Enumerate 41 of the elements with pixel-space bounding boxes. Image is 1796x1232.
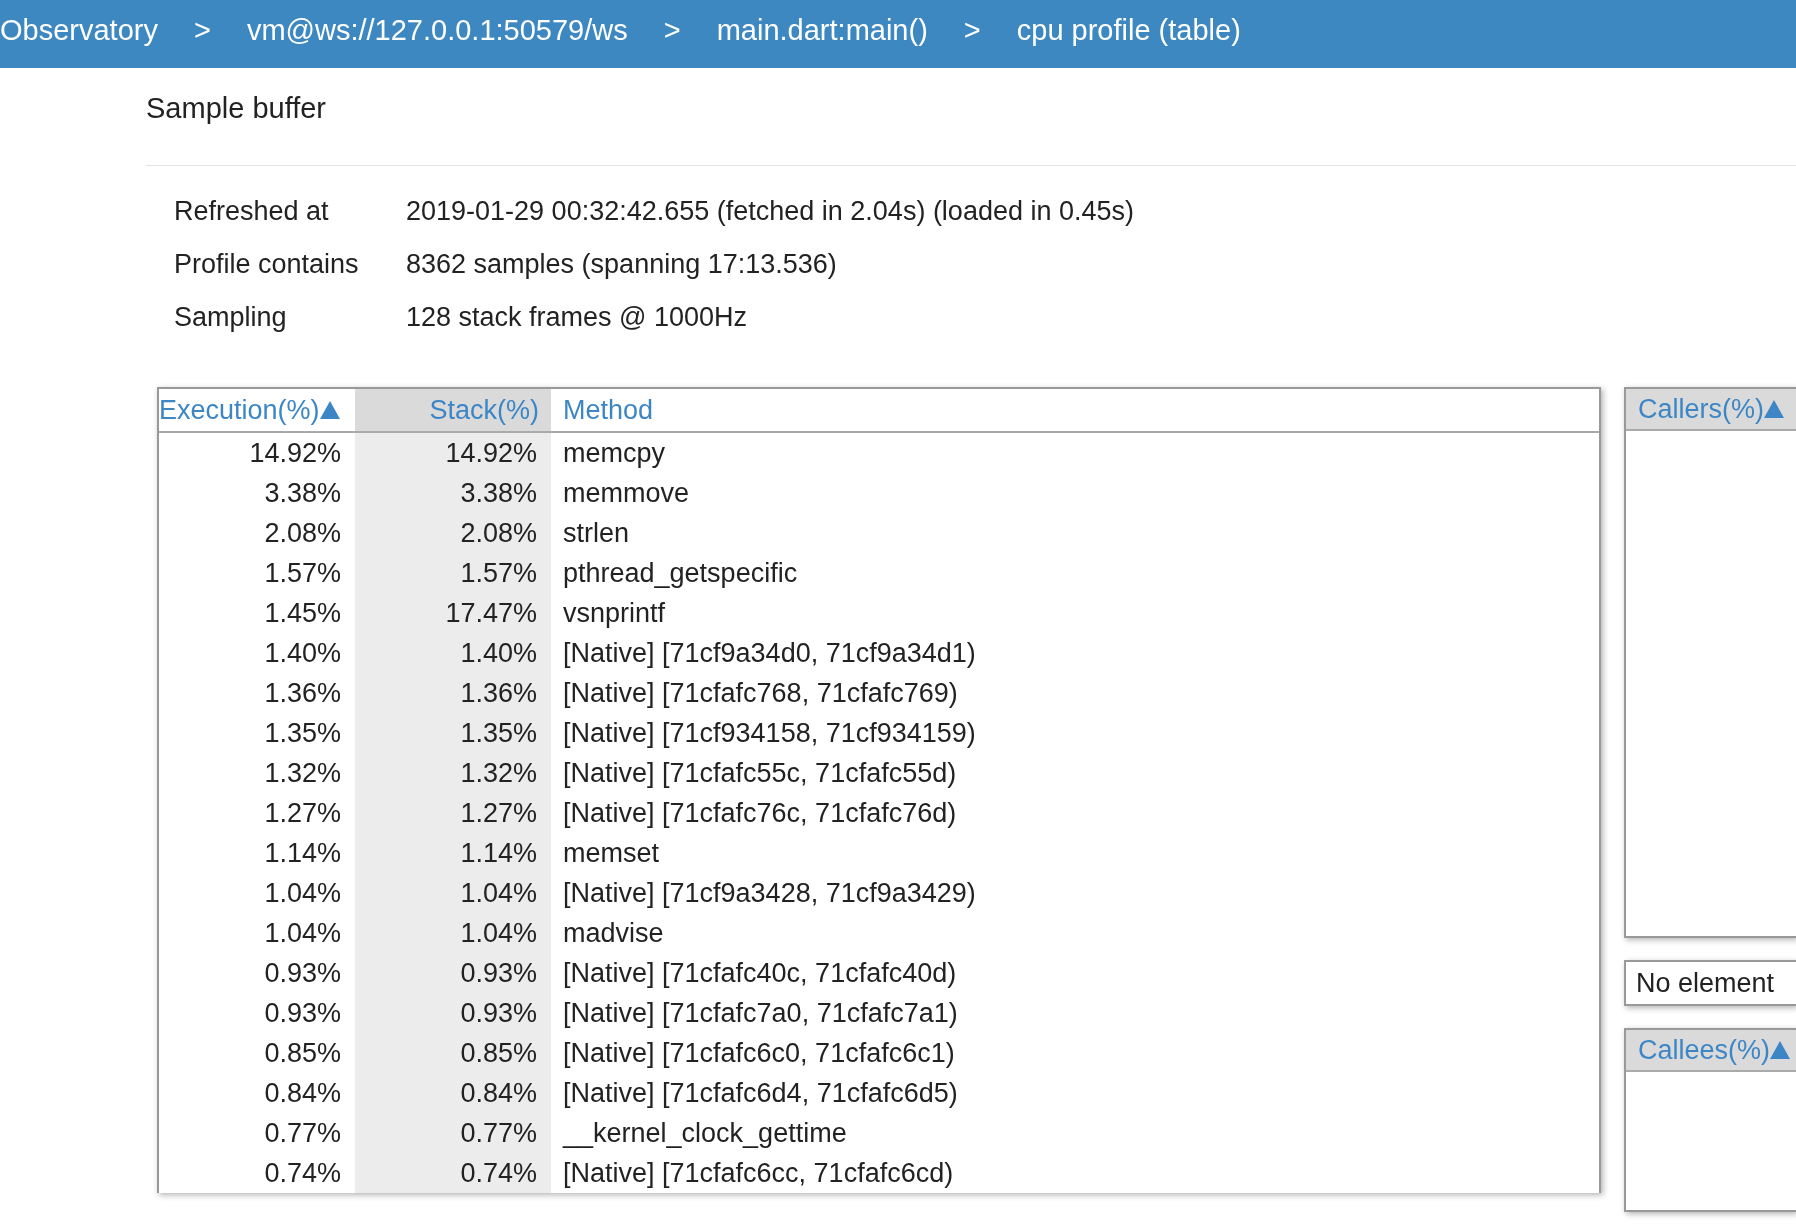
table-cell: 14.92%	[355, 433, 551, 473]
breadcrumb-link[interactable]: vm@ws://127.0.0.1:50579/ws	[246, 13, 628, 47]
table-cell: 1.40%	[355, 633, 551, 673]
table-cell: 1.32%	[355, 753, 551, 793]
table-cell: 0.93%	[355, 953, 551, 993]
table-cell: [Native] [71cfafc6cc, 71cfafc6cd)	[551, 1153, 1599, 1193]
table-cell: 17.47%	[355, 593, 551, 633]
breadcrumb-separator: >	[663, 13, 681, 47]
table-cell: 1.27%	[355, 793, 551, 833]
info-value: 2019-01-29 00:32:42.655 (fetched in 2.04s) (loaded in 0.45s)	[406, 196, 1135, 227]
table-cell: 0.77%	[355, 1113, 551, 1153]
table-cell: 1.04%	[355, 913, 551, 953]
info-value: 8362 samples (spanning 17:13.536)	[406, 249, 838, 280]
table-cell: 0.93%	[355, 993, 551, 1033]
info-label: Profile contains	[174, 249, 360, 280]
info-label: Refreshed at	[174, 196, 330, 227]
table-cell: 0.84%	[355, 1073, 551, 1113]
table-cell: 0.85%	[355, 1033, 551, 1073]
breadcrumb-link[interactable]: main.dart:main()	[716, 13, 928, 47]
breadcrumb-link[interactable]: Observatory	[0, 13, 158, 47]
breadcrumb-link[interactable]: cpu profile (table)	[1016, 13, 1241, 47]
breadcrumb-separator: >	[193, 13, 211, 47]
table-cell: 2.08%	[355, 513, 551, 553]
column-header[interactable]: Method	[551, 389, 1599, 431]
section-title: Sample buffer	[146, 92, 328, 125]
column-header[interactable]: Callers(%)	[1626, 389, 1796, 431]
column-header[interactable]: Callees(%)	[1626, 1030, 1796, 1072]
info-label: Sampling	[174, 302, 288, 333]
info-value: 128 stack frames @ 1000Hz	[406, 302, 749, 333]
table-cell: 0.74%	[159, 1153, 355, 1193]
table-cell: 1.57%	[355, 553, 551, 593]
table-cell: 1.36%	[355, 673, 551, 713]
table-cell: 1.14%	[355, 833, 551, 873]
column-header[interactable]: Execution(%)	[159, 389, 355, 431]
table-cell: 0.74%	[355, 1153, 551, 1193]
table-cell: 3.38%	[355, 473, 551, 513]
column-header[interactable]: Stack(%)	[355, 389, 551, 431]
table-cell: 1.35%	[355, 713, 551, 753]
selection-message: No element	[1624, 960, 1796, 1006]
breadcrumb-separator: >	[963, 13, 981, 47]
table-cell: 1.04%	[355, 873, 551, 913]
